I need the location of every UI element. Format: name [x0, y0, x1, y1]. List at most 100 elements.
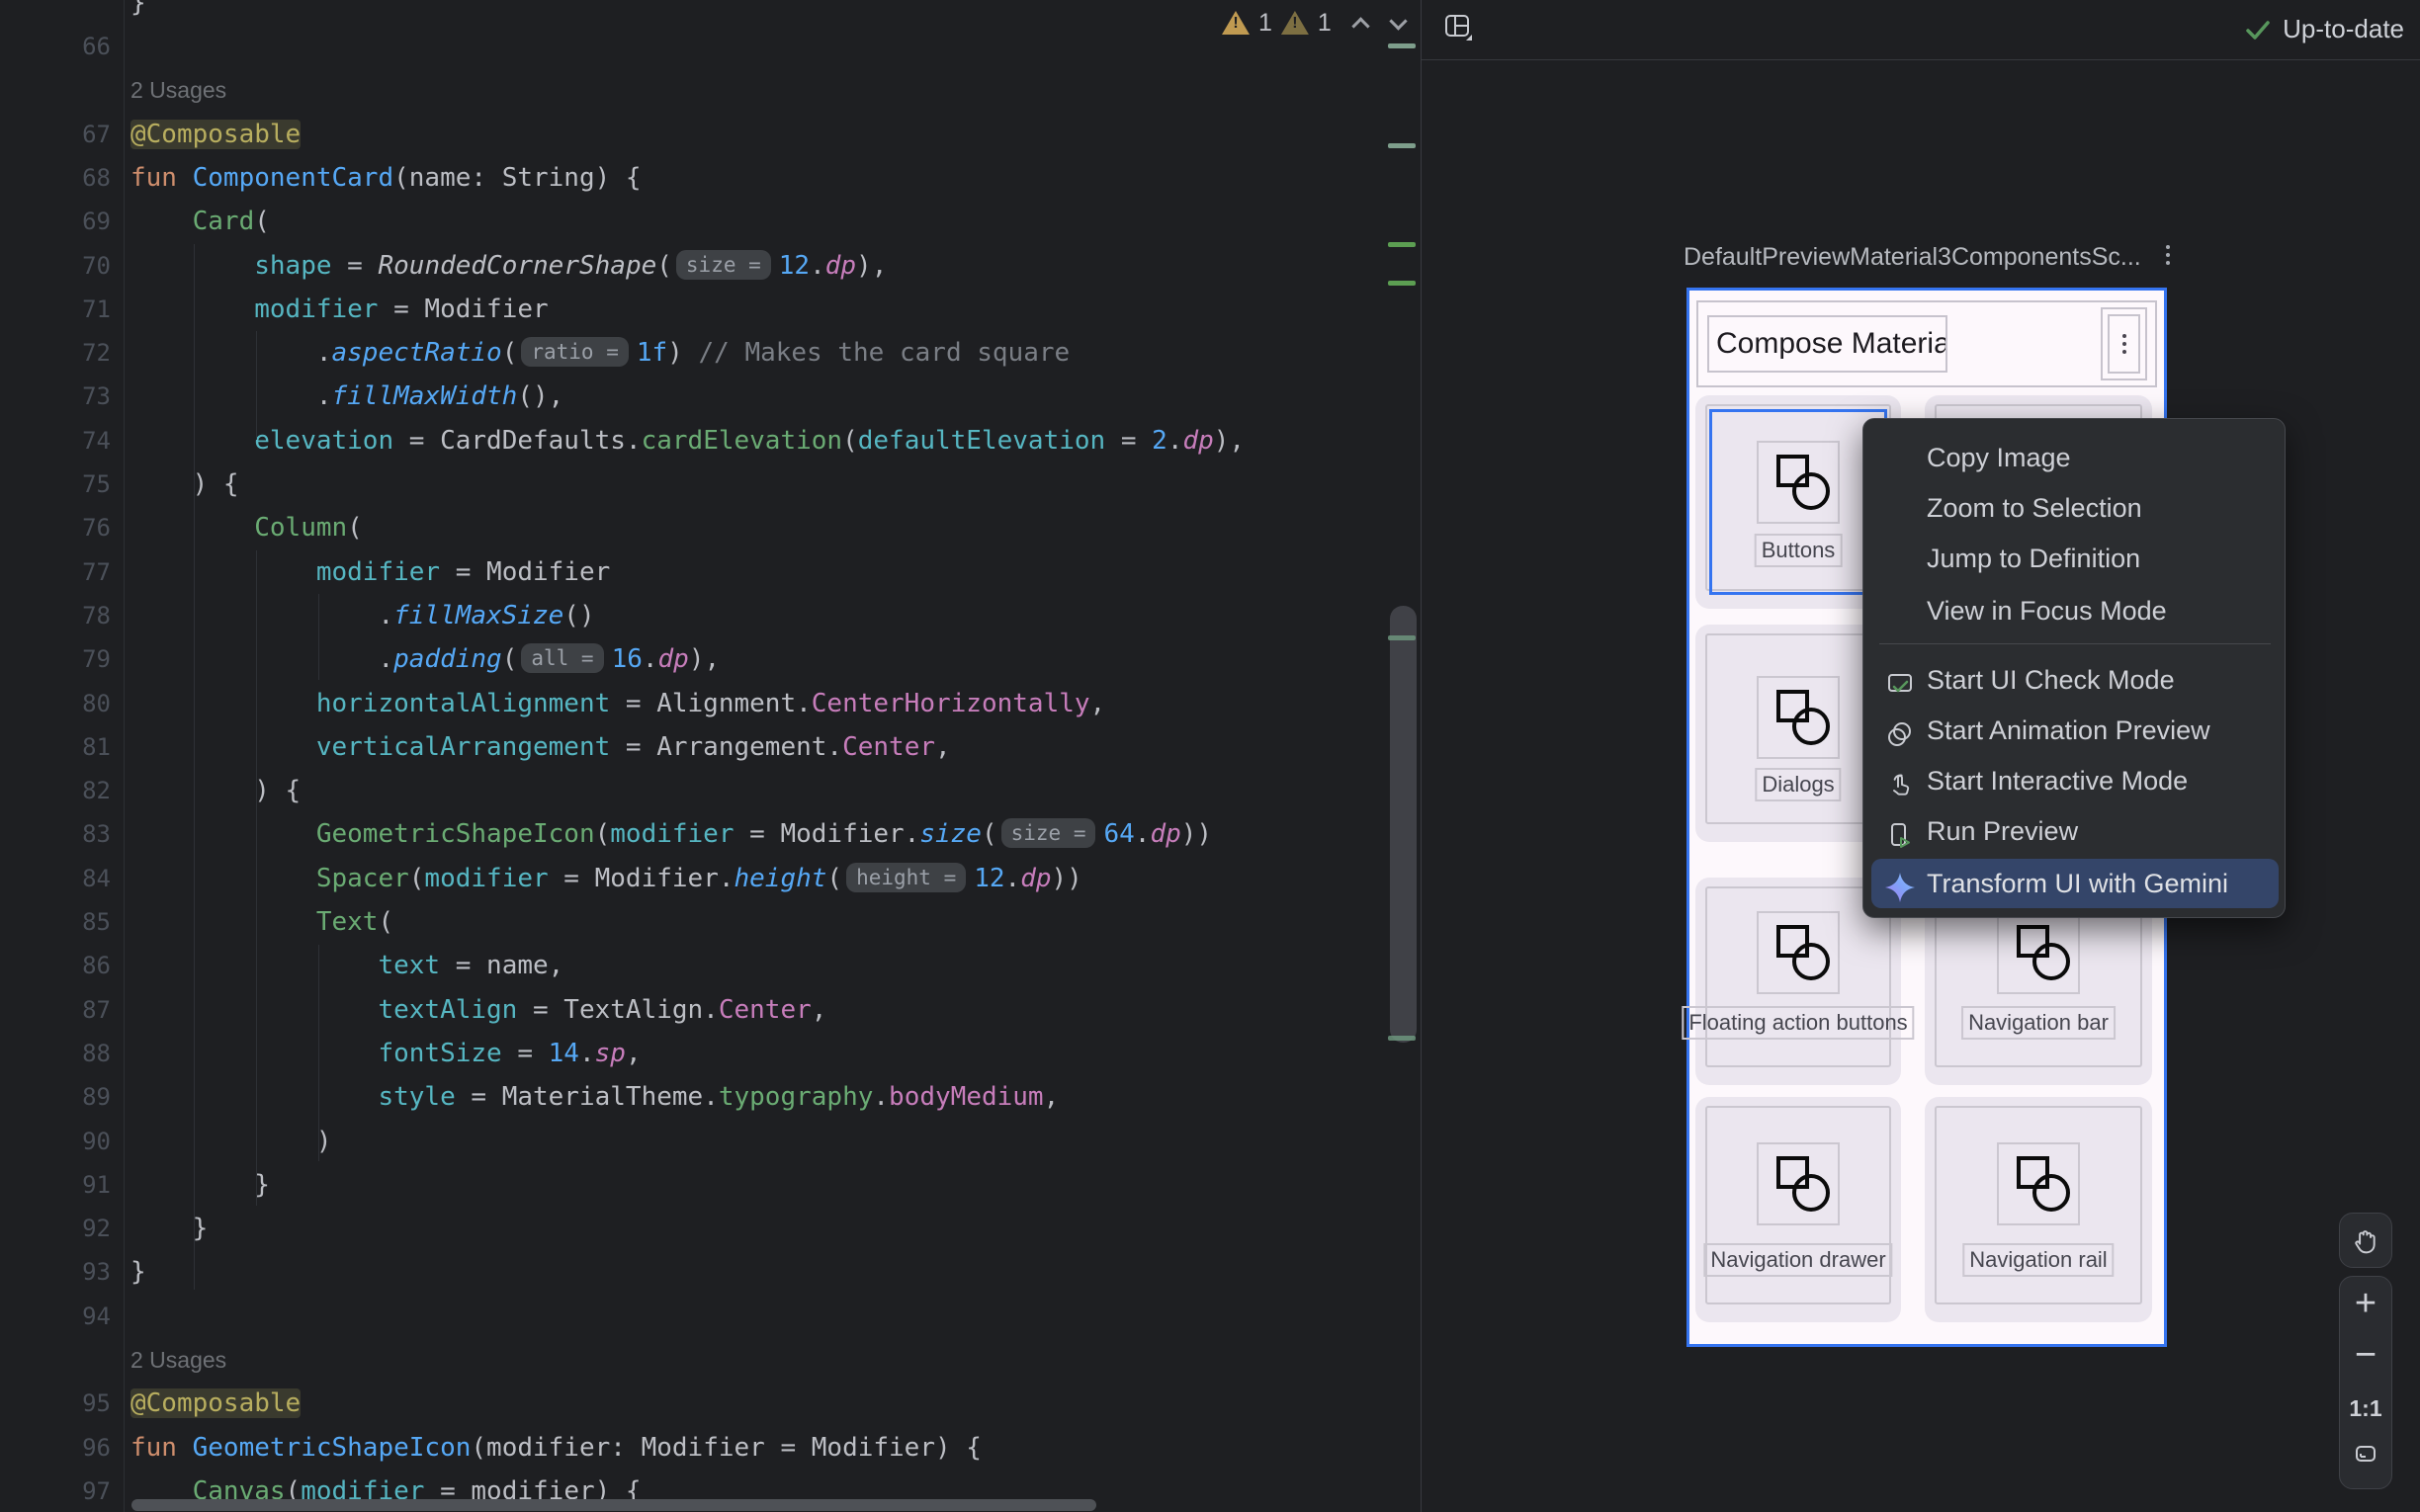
code-token: } [130, 1257, 146, 1287]
code-token [130, 426, 254, 456]
code-line[interactable]: horizontalAlignment = Alignment.CenterHo… [130, 682, 1105, 725]
code-token: . [1167, 426, 1183, 456]
menu-item-copy-image[interactable]: Copy Image [1871, 433, 2279, 482]
line-number: 73 [0, 375, 111, 418]
split-editor-layout-icon[interactable] [1441, 11, 1475, 44]
code-token: = CardDefaults. [393, 426, 641, 456]
line-number: 78 [0, 594, 111, 637]
geometric-shape-icon [1757, 1142, 1840, 1225]
indent-guide [318, 945, 319, 1161]
code-line[interactable]: textAlign = TextAlign.Center, [130, 988, 826, 1032]
vcs-change-marker [1388, 635, 1416, 640]
code-line[interactable]: ) { [130, 769, 301, 812]
code-line[interactable]: style = MaterialTheme.typography.bodyMed… [130, 1075, 1059, 1119]
card-label: Navigation bar [1961, 1006, 2116, 1040]
code-line[interactable]: .padding(all =16.dp), [130, 637, 720, 681]
code-token: } [130, 1170, 270, 1200]
code-line[interactable]: ) { [130, 462, 239, 506]
code-token [130, 689, 316, 718]
line-number: 85 [0, 900, 111, 944]
code-token: // Makes the card square [698, 338, 1070, 368]
usages-inlay-hint[interactable]: 2 Usages [130, 1338, 226, 1382]
code-editor-pane[interactable]: 6667686970717273747576777879808182838485… [0, 0, 1421, 1512]
line-number: 86 [0, 944, 111, 987]
editor-scroll-stripe[interactable] [1384, 0, 1421, 1512]
code-line[interactable]: @Composable [130, 113, 301, 156]
component-card-navigation-drawer[interactable]: Navigation drawer [1695, 1097, 1901, 1322]
code-token: fun [130, 1433, 193, 1463]
component-card-navigation-rail[interactable]: Navigation rail [1925, 1097, 2152, 1322]
menu-item-start-animation-preview[interactable]: Start Animation Preview [1871, 706, 2279, 755]
weak-warning-count: 1 [1318, 9, 1332, 38]
menu-item-view-in-focus-mode[interactable]: View in Focus Mode [1871, 586, 2279, 635]
code-line[interactable]: .fillMaxWidth(), [130, 375, 563, 418]
code-line[interactable]: Spacer(modifier = Modifier.height(height… [130, 857, 1082, 900]
code-token: (), [517, 381, 563, 411]
code-line[interactable]: .fillMaxSize() [130, 594, 595, 637]
zoom-to-fit-button[interactable] [2340, 1433, 2391, 1474]
code-token: fillMaxSize [393, 601, 563, 630]
code-line[interactable]: } [130, 0, 146, 25]
zoom-actual-size-button[interactable]: 1:1 [2340, 1387, 2391, 1429]
line-number: 89 [0, 1075, 111, 1119]
line-number: 74 [0, 419, 111, 462]
code-line[interactable]: ) [130, 1120, 332, 1163]
vcs-change-marker [1388, 43, 1416, 48]
code-line[interactable]: Card( [130, 200, 270, 243]
menu-item-transform-ui-with-gemini[interactable]: Transform UI with Gemini [1871, 859, 2279, 908]
inlay-parameter-hint: size = [1001, 818, 1096, 848]
code-token: . [130, 644, 393, 674]
code-line[interactable]: verticalArrangement = Arrangement.Center… [130, 725, 951, 769]
previous-issue-chevron-icon[interactable] [1351, 17, 1369, 35]
preview-app-bar-menu[interactable] [2101, 307, 2147, 380]
line-number: 95 [0, 1382, 111, 1425]
hand-icon [2351, 1226, 2380, 1256]
preview-app-bar: Compose Material 3 [1696, 300, 2157, 387]
code-token: , [1044, 1082, 1060, 1112]
menu-item-zoom-to-selection[interactable]: Zoom to Selection [1871, 483, 2279, 533]
code-line[interactable]: fun GeometricShapeIcon(modifier: Modifie… [130, 1426, 982, 1470]
code-line[interactable]: elevation = CardDefaults.cardElevation(d… [130, 419, 1245, 462]
code-line[interactable]: } [130, 1250, 146, 1294]
menu-item-start-interactive-mode[interactable]: Start Interactive Mode [1871, 756, 2279, 805]
menu-item-run-preview[interactable]: Run Preview [1871, 806, 2279, 856]
line-number: 88 [0, 1032, 111, 1075]
android-studio-window: 6667686970717273747576777879808182838485… [0, 0, 2420, 1512]
code-line[interactable]: } [130, 1207, 208, 1250]
code-token: fun [130, 163, 193, 193]
menu-item-jump-to-definition[interactable]: Jump to Definition [1871, 534, 2279, 583]
code-line[interactable]: text = name, [130, 944, 563, 987]
horizontal-scrollbar-thumb[interactable] [131, 1499, 1096, 1511]
code-token: = Modifier. [735, 819, 920, 849]
code-line[interactable]: fun ComponentCard(name: String) { [130, 156, 642, 200]
circle-shape [1792, 943, 1830, 980]
menu-item-label: Run Preview [1927, 806, 2078, 856]
inspections-widget[interactable]: ! 1 ! 1 [1222, 6, 1405, 40]
preview-options-kebab-icon[interactable] [2166, 245, 2170, 265]
code-line[interactable]: Text( [130, 900, 393, 944]
code-token: = Modifier. [549, 864, 735, 893]
pan-hand-button[interactable] [2340, 1221, 2391, 1261]
context-menu: Copy ImageZoom to SelectionJump to Defin… [1862, 418, 2286, 918]
zoom-out-button[interactable]: − [2340, 1334, 2391, 1376]
usages-inlay-hint[interactable]: 2 Usages [130, 68, 226, 112]
line-number: 68 [0, 156, 111, 200]
code-line[interactable]: Column( [130, 506, 363, 549]
code-line[interactable]: shape = RoundedCornerShape(size =12.dp), [130, 244, 887, 288]
code-line[interactable]: GeometricShapeIcon(modifier = Modifier.s… [130, 812, 1212, 856]
code-line[interactable]: modifier = Modifier [130, 550, 610, 594]
zoom-in-button[interactable]: + [2340, 1283, 2391, 1324]
vertical-scrollbar-thumb[interactable] [1390, 606, 1417, 1043]
code-token: ), [856, 251, 887, 281]
menu-item-start-ui-check-mode[interactable]: Start UI Check Mode [1871, 655, 2279, 705]
menu-separator [1879, 643, 2271, 644]
code-token: , [812, 995, 827, 1025]
code-token: = Arrangement. [610, 732, 842, 762]
line-number: 80 [0, 682, 111, 725]
code-line[interactable]: fontSize = 14.sp, [130, 1032, 642, 1075]
code-line[interactable]: .aspectRatio(ratio =1f) // Makes the car… [130, 331, 1070, 375]
code-line[interactable]: } [130, 1163, 270, 1207]
code-token: ), [1214, 426, 1245, 456]
code-line[interactable]: @Composable [130, 1382, 301, 1425]
code-token: ( [347, 513, 363, 543]
